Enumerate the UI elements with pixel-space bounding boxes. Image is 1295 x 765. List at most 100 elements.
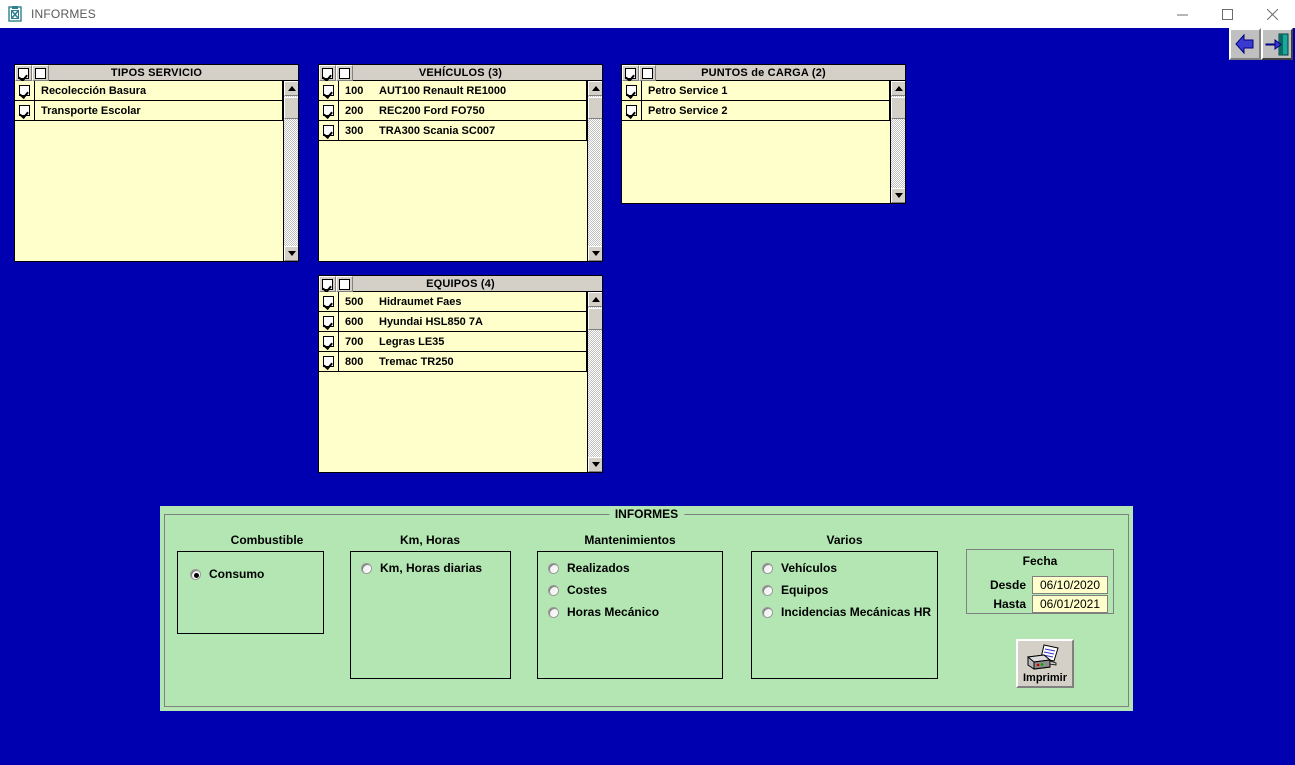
- row-checkbox[interactable]: [319, 312, 339, 331]
- panel-equipos: EQUIPOS (4) 500 Hidraumet Faes 600 Hyund…: [318, 275, 603, 473]
- row-checkbox[interactable]: [319, 352, 339, 371]
- row-checkbox[interactable]: [319, 292, 339, 311]
- checkbox-icon: [18, 67, 29, 79]
- row-checkbox[interactable]: [622, 81, 642, 100]
- scrollbar-thumb[interactable]: [284, 97, 298, 119]
- list-item[interactable]: Petro Service 2: [622, 101, 890, 121]
- checkbox-icon: [323, 125, 334, 136]
- vertical-scrollbar[interactable]: [283, 81, 298, 261]
- row-checkbox[interactable]: [15, 101, 35, 120]
- list-item[interactable]: 100 AUT100 Renault RE1000: [319, 81, 587, 101]
- maximize-button[interactable]: [1205, 0, 1250, 28]
- select-all-checkbox[interactable]: [15, 65, 32, 81]
- row-code: 300: [345, 124, 364, 137]
- row-label: Petro Service 1: [648, 84, 728, 97]
- group-label-km-horas: Km, Horas: [399, 533, 461, 547]
- row-code: 700: [345, 335, 364, 348]
- row-code: 100: [345, 84, 364, 97]
- radio-consumo[interactable]: Consumo: [190, 563, 323, 585]
- row-checkbox[interactable]: [319, 101, 339, 120]
- minimize-button[interactable]: [1160, 0, 1205, 28]
- scrollbar-thumb[interactable]: [588, 308, 602, 330]
- fecha-hasta-input[interactable]: 06/01/2021: [1032, 595, 1108, 613]
- scroll-down-button[interactable]: [588, 457, 602, 472]
- radio-equipos[interactable]: Equipos: [762, 579, 937, 601]
- list-item[interactable]: 500 Hidraumet Faes: [319, 292, 587, 312]
- list-item[interactable]: 800 Tremac TR250: [319, 352, 587, 372]
- select-all-checkbox[interactable]: [319, 276, 336, 292]
- radio-horas-mecanico[interactable]: Horas Mecánico: [548, 601, 722, 623]
- scroll-up-button[interactable]: [588, 292, 602, 307]
- row-code: 200: [345, 104, 364, 117]
- select-all-checkbox[interactable]: [622, 65, 639, 81]
- list-item[interactable]: 200 REC200 Ford FO750: [319, 101, 587, 121]
- vertical-scrollbar[interactable]: [587, 292, 602, 472]
- radio-icon: [190, 568, 201, 580]
- fecha-hasta-label: Hasta: [993, 597, 1026, 611]
- radio-vehiculos[interactable]: Vehículos: [762, 557, 937, 579]
- triangle-down-icon: [894, 193, 903, 198]
- scrollbar-thumb[interactable]: [891, 97, 905, 119]
- vertical-scrollbar[interactable]: [890, 81, 905, 203]
- radio-km-horas-diarias[interactable]: Km, Horas diarias: [361, 557, 510, 579]
- panel-body: 100 AUT100 Renault RE1000 200 REC200 For…: [319, 81, 602, 261]
- radio-icon: [548, 606, 559, 618]
- exit-button[interactable]: [1261, 28, 1293, 60]
- row-code: 800: [345, 355, 364, 368]
- row-checkbox[interactable]: [15, 81, 35, 100]
- scroll-up-button[interactable]: [891, 81, 905, 96]
- row-label: Transporte Escolar: [41, 104, 141, 117]
- list-rows: Recolección Basura Transporte Escolar: [15, 81, 283, 261]
- row-checkbox[interactable]: [319, 81, 339, 100]
- back-button[interactable]: [1229, 28, 1261, 60]
- checkbox-icon: [19, 85, 30, 96]
- list-item[interactable]: 700 Legras LE35: [319, 332, 587, 352]
- triangle-up-icon: [591, 86, 600, 91]
- deselect-all-checkbox[interactable]: [639, 65, 656, 81]
- row-checkbox[interactable]: [319, 332, 339, 351]
- scroll-up-button[interactable]: [284, 81, 298, 96]
- vertical-scrollbar[interactable]: [587, 81, 602, 261]
- checkbox-icon: [19, 105, 30, 116]
- fecha-hasta-row: Hasta 06/01/2021: [974, 595, 1108, 613]
- select-all-checkbox[interactable]: [319, 65, 336, 81]
- list-rows: Petro Service 1 Petro Service 2: [622, 81, 890, 203]
- group-label-varios: Varios: [826, 533, 863, 547]
- group-label-mantenimientos: Mantenimientos: [584, 533, 676, 547]
- row-checkbox[interactable]: [622, 101, 642, 120]
- deselect-all-checkbox[interactable]: [336, 65, 353, 81]
- list-item[interactable]: Petro Service 1: [622, 81, 890, 101]
- list-item[interactable]: Recolección Basura: [15, 81, 283, 101]
- fecha-desde-input[interactable]: 06/10/2020: [1032, 576, 1108, 594]
- imprimir-button[interactable]: Imprimir: [1016, 639, 1074, 688]
- scroll-down-button[interactable]: [284, 246, 298, 261]
- triangle-down-icon: [591, 462, 600, 467]
- radio-icon: [762, 584, 773, 596]
- clipboard-icon: [7, 6, 23, 22]
- checkbox-icon: [323, 356, 334, 367]
- list-item[interactable]: 300 TRA300 Scania SC007: [319, 121, 587, 141]
- radio-incidencias-mecanicas-hr[interactable]: Incidencias Mecánicas HR: [762, 601, 937, 623]
- radio-label: Km, Horas diarias: [380, 561, 483, 575]
- checkbox-icon: [323, 296, 334, 307]
- row-label: TRA300 Scania SC007: [379, 124, 496, 137]
- scroll-up-button[interactable]: [588, 81, 602, 96]
- list-item[interactable]: 600 Hyundai HSL850 7A: [319, 312, 587, 332]
- scroll-down-button[interactable]: [891, 188, 905, 203]
- checkbox-icon: [323, 105, 334, 116]
- row-checkbox[interactable]: [319, 121, 339, 140]
- scroll-down-button[interactable]: [588, 246, 602, 261]
- deselect-all-checkbox[interactable]: [336, 276, 353, 292]
- checkbox-icon: [626, 85, 637, 96]
- radio-label: Costes: [567, 583, 608, 597]
- checkbox-icon: [339, 278, 350, 290]
- deselect-all-checkbox[interactable]: [32, 65, 49, 81]
- close-button[interactable]: [1250, 0, 1295, 28]
- radio-icon: [548, 584, 559, 596]
- scrollbar-thumb[interactable]: [588, 97, 602, 119]
- radio-realizados[interactable]: Realizados: [548, 557, 722, 579]
- group-legend: INFORMES: [608, 507, 685, 521]
- window-title: INFORMES: [31, 7, 96, 21]
- list-item[interactable]: Transporte Escolar: [15, 101, 283, 121]
- radio-costes[interactable]: Costes: [548, 579, 722, 601]
